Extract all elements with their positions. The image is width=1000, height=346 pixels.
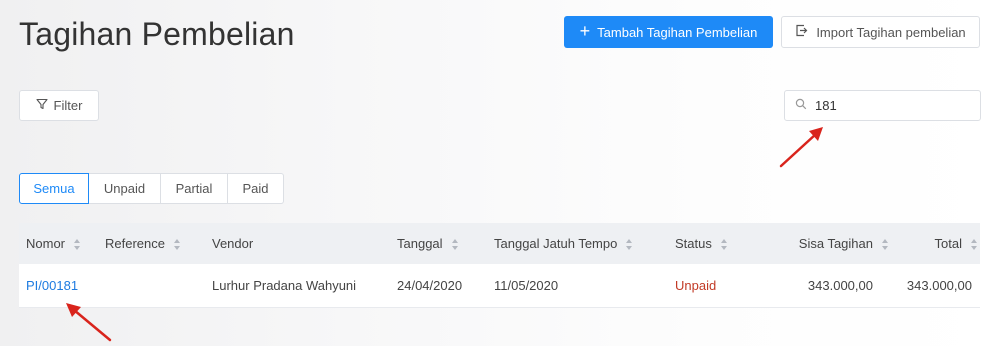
add-purchase-bill-button[interactable]: + Tambah Tagihan Pembelian [564,16,773,48]
red-arrow-bill-number [66,303,112,342]
column-header-tanggal[interactable]: Tanggal [397,223,494,264]
filter-label: Filter [53,98,83,113]
sort-icon[interactable] [74,239,81,251]
column-header-sisa-tagihan[interactable]: Sisa Tagihan [765,223,895,264]
status-tabs: Semua Unpaid Partial Paid [19,173,284,204]
column-header-reference[interactable]: Reference [105,223,212,264]
search-input[interactable] [815,98,965,113]
sort-icon[interactable] [720,239,728,251]
import-icon [795,24,808,40]
tab-unpaid[interactable]: Unpaid [89,173,161,204]
column-header-status[interactable]: Status [675,223,765,264]
status-badge: Unpaid [675,277,717,293]
column-header-nomor[interactable]: Nomor [19,223,105,264]
tab-partial[interactable]: Partial [161,173,228,204]
reference-cell [105,264,212,307]
purchase-bills-table: Nomor Reference Vendor Tanggal Tanggal J… [19,223,980,308]
column-header-vendor: Vendor [212,236,254,251]
sort-icon[interactable] [971,239,978,251]
search-box[interactable] [784,90,981,121]
bill-number-link[interactable]: PI/00181 [26,278,78,293]
page-title: Tagihan Pembelian [19,16,295,52]
filter-button[interactable]: Filter [19,90,99,121]
search-icon [795,97,807,115]
table-row: PI/00181 Lurhur Pradana Wahyuni 24/04/20… [19,264,980,307]
due-date-cell: 11/05/2020 [494,277,559,293]
column-header-total[interactable]: Total [895,223,980,264]
column-header-jatuh-tempo[interactable]: Tanggal Jatuh Tempo [494,223,675,264]
sort-icon[interactable] [882,239,889,251]
import-purchase-bill-label: Import Tagihan pembelian [816,24,966,40]
remaining-amount-cell: 343.000,00 [807,277,873,293]
red-arrow-search [779,127,823,168]
total-amount-cell: 343.000,00 [906,277,972,293]
filter-icon [35,98,48,113]
tab-paid[interactable]: Paid [228,173,284,204]
add-purchase-bill-label: Tambah Tagihan Pembelian [597,24,758,40]
import-purchase-bill-button[interactable]: Import Tagihan pembelian [781,16,980,48]
sort-icon[interactable] [626,239,633,251]
plus-icon: + [579,21,591,41]
sort-icon[interactable] [173,239,181,251]
table-header-row: Nomor Reference Vendor Tanggal Tanggal J… [19,223,980,264]
date-cell: 24/04/2020 [397,277,463,293]
vendor-cell: Lurhur Pradana Wahyuni [212,277,357,293]
tab-semua[interactable]: Semua [19,173,89,204]
sort-icon[interactable] [451,239,459,251]
